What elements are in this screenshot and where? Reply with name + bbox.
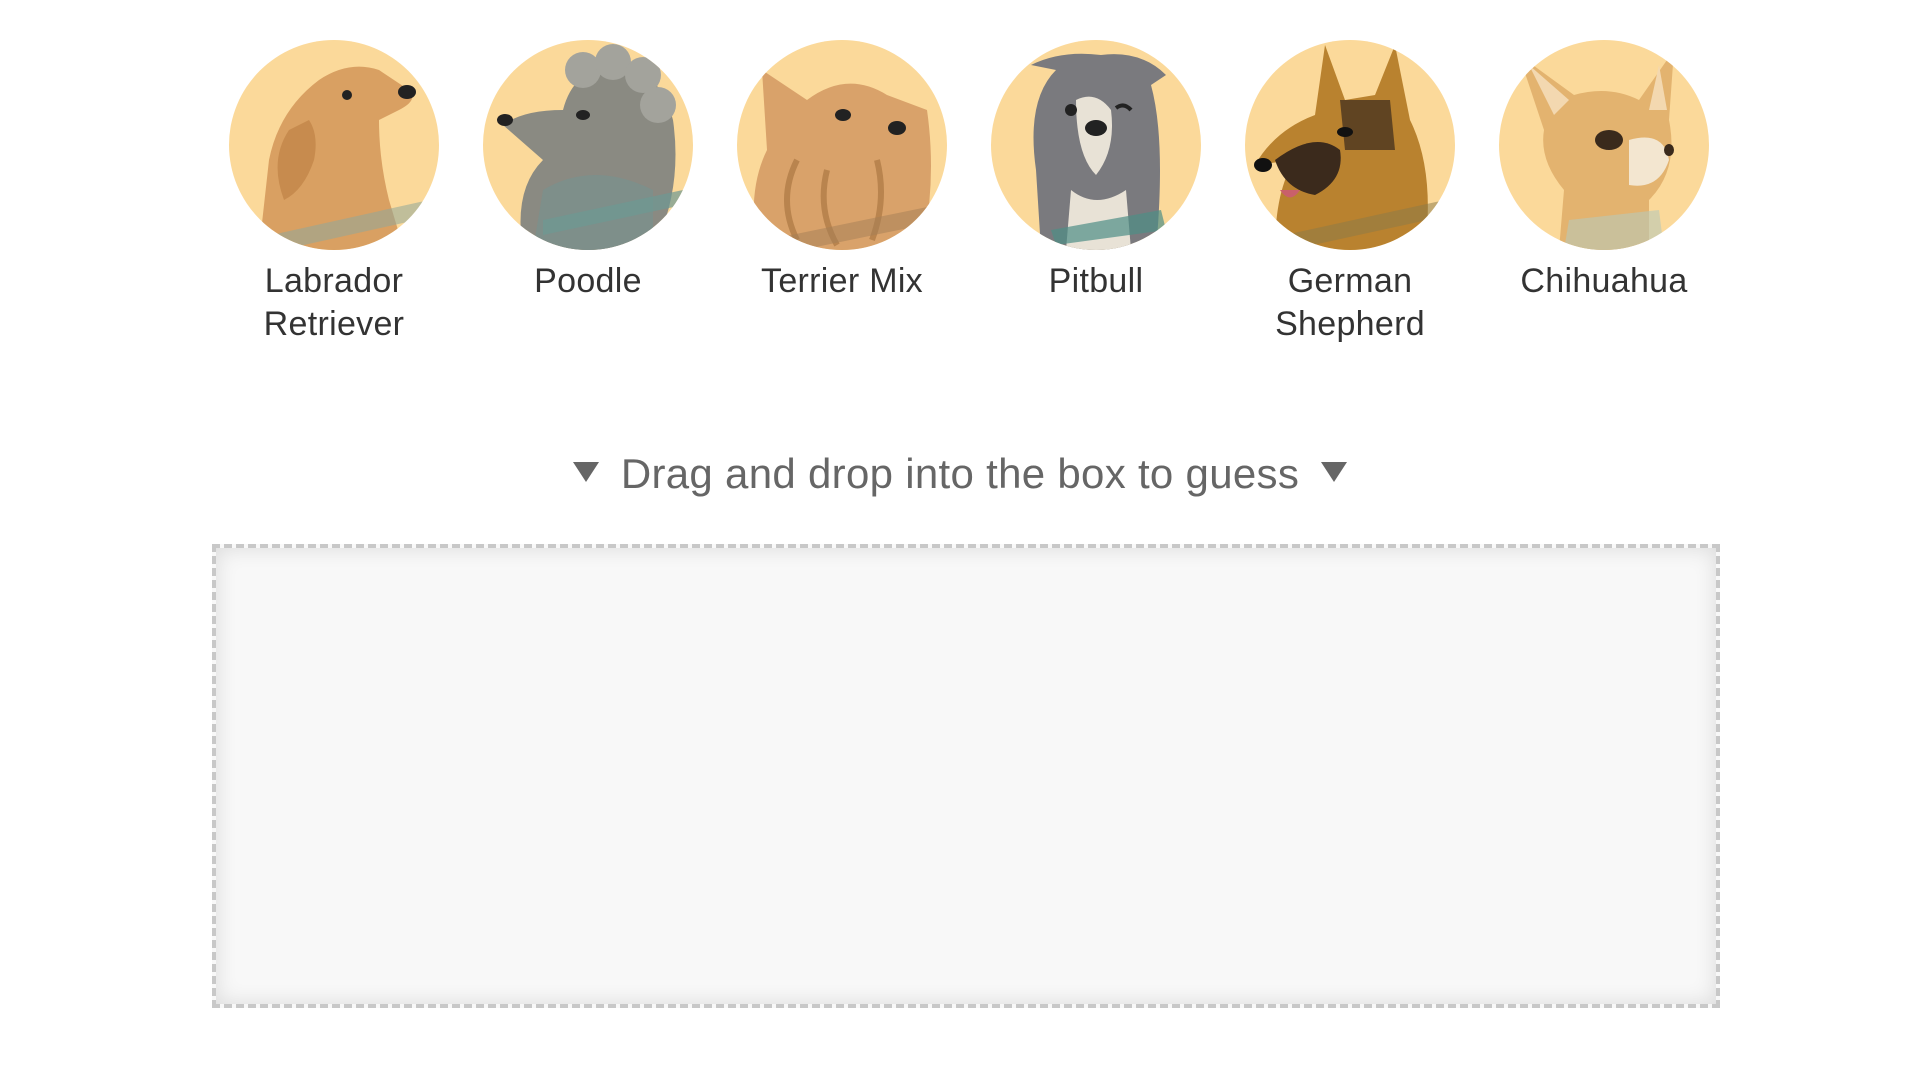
breed-label: Chihuahua <box>1474 260 1734 303</box>
breed-label-line: German <box>1287 262 1413 300</box>
breed-label: Poodle <box>458 260 718 303</box>
chihuahua-portrait-icon[interactable] <box>1499 40 1709 250</box>
breed-label-line: Terrier Mix <box>761 262 923 300</box>
breed-card-poodle[interactable]: Poodle <box>458 40 718 303</box>
labrador-retriever-portrait-icon[interactable] <box>229 40 439 250</box>
breed-label: German Shepherd <box>1220 260 1480 346</box>
breed-card-chihuahua[interactable]: Chihuahua <box>1474 40 1734 303</box>
triangle-down-icon <box>572 462 599 482</box>
breed-card-terrier-mix[interactable]: Terrier Mix <box>712 40 972 303</box>
breed-card-german-shepherd[interactable]: German Shepherd <box>1220 40 1480 346</box>
breed-label-line: Shepherd <box>1275 305 1425 343</box>
dog-breed-quiz: Labrador Retriever Poodle Terrier Mix Pi… <box>0 0 1920 1080</box>
triangle-down-icon <box>1321 462 1348 482</box>
breed-options: Labrador Retriever Poodle Terrier Mix Pi… <box>0 40 1920 360</box>
german-shepherd-portrait-icon[interactable] <box>1245 40 1455 250</box>
terrier-mix-portrait-icon[interactable] <box>737 40 947 250</box>
guess-drop-zone[interactable] <box>212 544 1720 1008</box>
breed-label-line: Pitbull <box>1048 262 1144 300</box>
pitbull-portrait-icon[interactable] <box>991 40 1201 250</box>
breed-card-labrador-retriever[interactable]: Labrador Retriever <box>204 40 464 346</box>
breed-label-line: Chihuahua <box>1520 262 1688 300</box>
breed-label-line: Labrador <box>264 262 404 300</box>
breed-label-line: Retriever <box>263 305 405 343</box>
poodle-portrait-icon[interactable] <box>483 40 693 250</box>
breed-label-line: Poodle <box>534 262 642 300</box>
drag-instruction: Drag and drop into the box to guess <box>0 448 1920 500</box>
breed-label: Terrier Mix <box>712 260 972 303</box>
breed-label: Labrador Retriever <box>204 260 464 346</box>
breed-label: Pitbull <box>966 260 1226 303</box>
instruction-text: Drag and drop into the box to guess <box>620 450 1300 497</box>
breed-card-pitbull[interactable]: Pitbull <box>966 40 1226 303</box>
